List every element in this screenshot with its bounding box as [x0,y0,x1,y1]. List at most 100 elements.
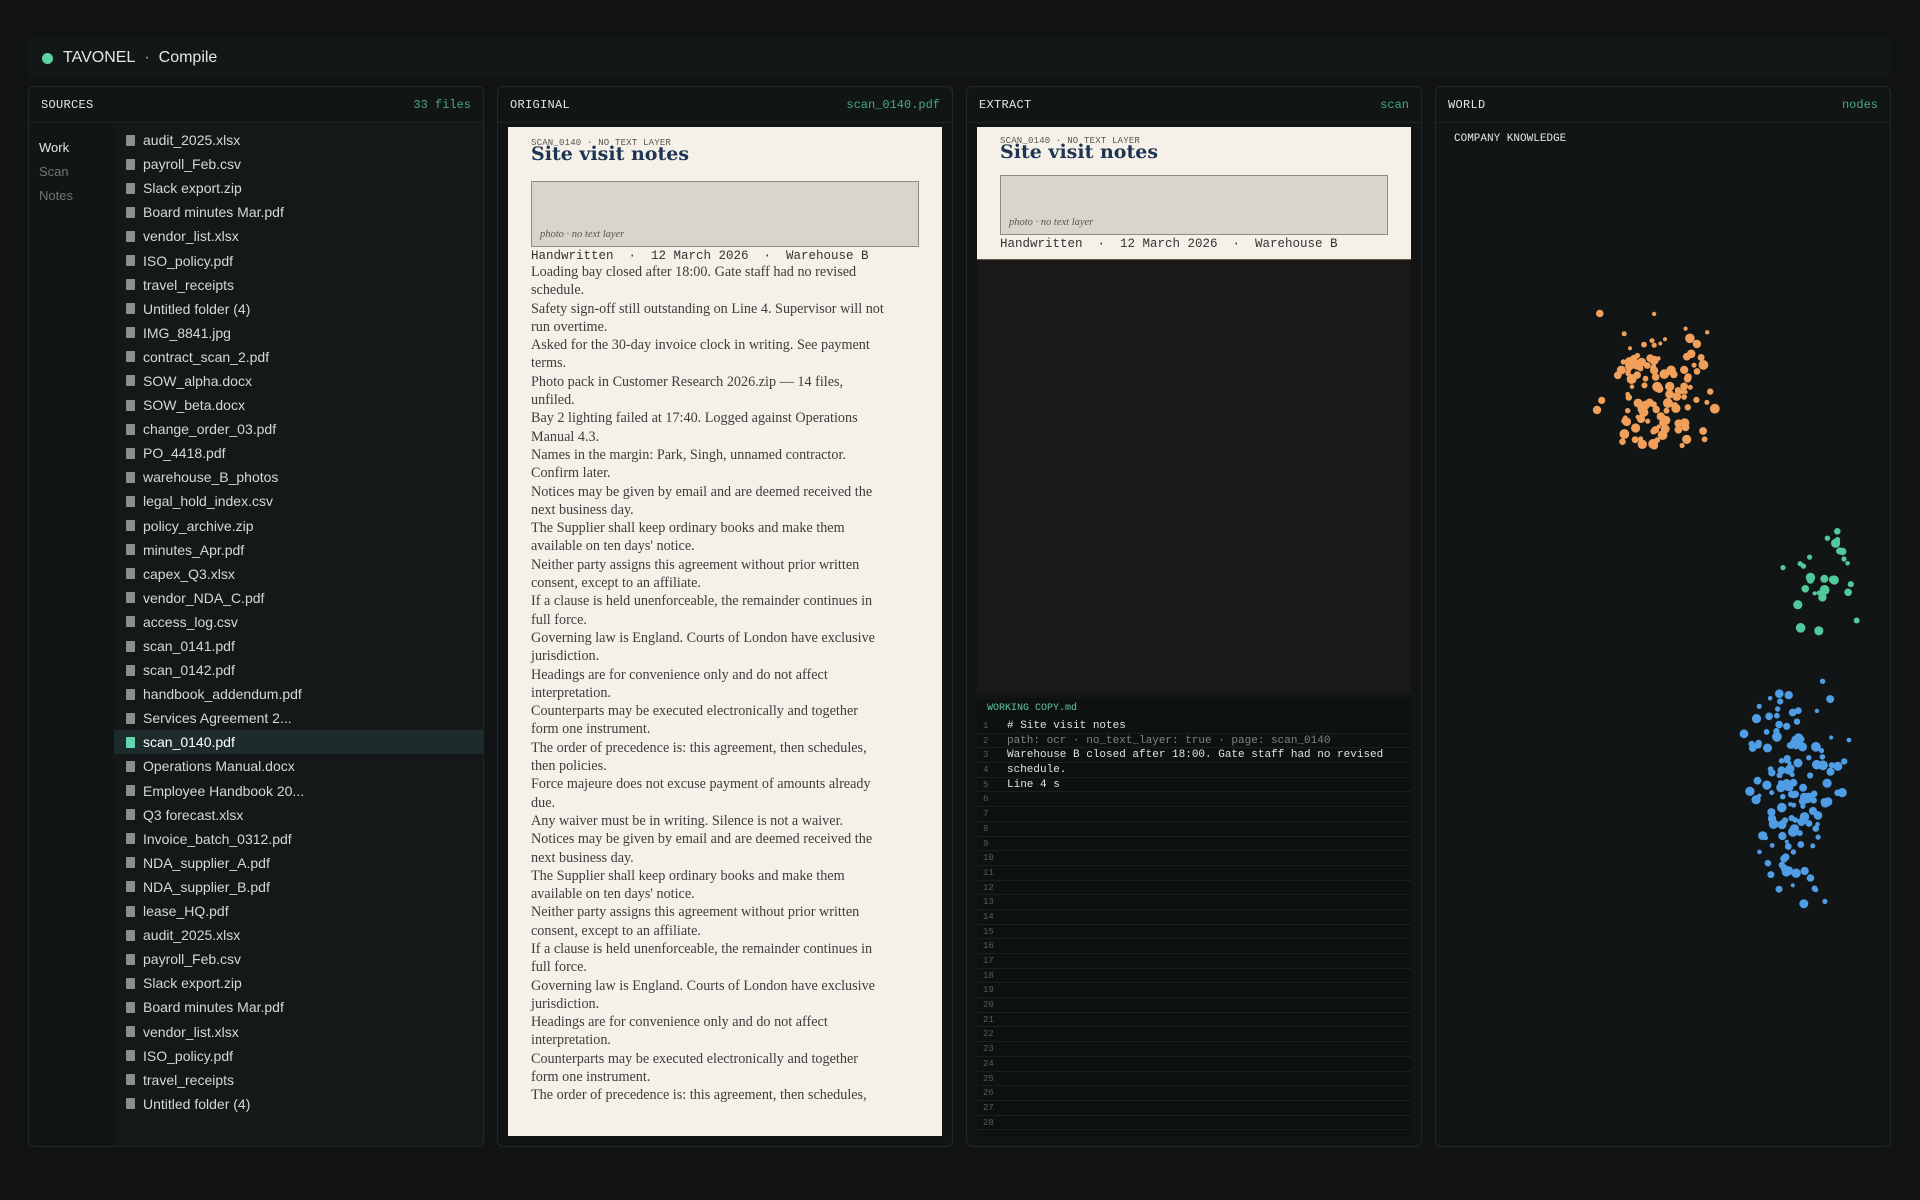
graph-node[interactable] [1810,790,1818,798]
graph-node[interactable] [1801,795,1806,800]
graph-node[interactable] [1686,349,1696,359]
graph-node[interactable] [1806,755,1812,761]
graph-node[interactable] [1816,590,1822,596]
file-item[interactable]: warehouse_B_photos [114,465,483,489]
graph-node[interactable] [1793,758,1803,768]
file-item[interactable]: access_log.csv [114,610,483,634]
graph-node[interactable] [1786,784,1794,792]
graph-node[interactable] [1598,396,1606,404]
graph-node[interactable] [1783,722,1791,730]
graph-node[interactable] [1800,563,1807,569]
graph-node[interactable] [1691,362,1697,368]
graph-node[interactable] [1682,434,1692,444]
graph-node[interactable] [1775,706,1781,712]
graph-node[interactable] [1799,783,1808,792]
graph-node[interactable] [1631,436,1639,444]
file-item[interactable]: Services Agreement 2... [114,706,483,730]
graph-node[interactable] [1631,423,1641,433]
nav-work[interactable]: Work [39,136,114,160]
graph-node[interactable] [1637,439,1647,449]
graph-node[interactable] [1641,382,1648,389]
graph-node[interactable] [1834,789,1841,797]
graph-node[interactable] [1672,392,1682,401]
graph-node[interactable] [1841,758,1848,765]
graph-node[interactable] [1791,802,1797,808]
graph-node[interactable] [1674,387,1682,394]
graph-node[interactable] [1822,898,1828,905]
graph-node[interactable] [1616,365,1626,375]
file-item[interactable]: NDA_supplier_A.pdf [114,851,483,875]
graph-node[interactable] [1637,405,1646,414]
graph-node[interactable] [1636,414,1646,424]
file-item[interactable]: lease_HQ.pdf [114,899,483,923]
graph-node[interactable] [1652,381,1663,392]
graph-node[interactable] [1751,714,1762,724]
file-item[interactable]: Slack export.zip [114,176,483,200]
file-item[interactable]: Board minutes Mar.pdf [114,200,483,224]
graph-node[interactable] [1705,330,1710,335]
graph-node[interactable] [1790,883,1795,888]
graph-node[interactable] [1756,703,1762,709]
file-item[interactable]: Slack export.zip [114,971,483,995]
file-item[interactable]: Q3 forecast.xlsx [114,803,483,827]
graph-node[interactable] [1833,761,1843,771]
file-item[interactable]: vendor_list.xlsx [114,224,483,248]
graph-node[interactable] [1774,712,1780,719]
graph-node[interactable] [1698,360,1709,370]
graph-node[interactable] [1637,357,1647,367]
graph-node[interactable] [1812,759,1822,770]
graph-node[interactable] [1670,370,1678,379]
graph-node[interactable] [1638,436,1644,442]
file-item[interactable]: Untitled folder (4) [114,1092,483,1116]
graph-node[interactable] [1791,824,1799,832]
graph-node[interactable] [1778,831,1787,841]
file-item[interactable]: scan_0141.pdf [114,634,483,658]
graph-node[interactable] [1815,821,1820,827]
graph-node[interactable] [1619,429,1630,439]
graph-node[interactable] [1625,408,1631,414]
file-item[interactable]: policy_archive.zip [114,514,483,538]
graph-node[interactable] [1641,341,1647,348]
graph-node[interactable] [1811,741,1821,752]
graph-node[interactable] [1814,708,1820,714]
graph-node[interactable] [1819,754,1826,760]
graph-node[interactable] [1805,820,1813,827]
graph-node[interactable] [1663,407,1670,414]
graph-node[interactable] [1792,817,1799,823]
graph-node[interactable] [1784,691,1793,700]
graph-node[interactable] [1775,689,1784,698]
graph-node[interactable] [1592,405,1602,415]
graph-node[interactable] [1645,398,1654,407]
graph-node[interactable] [1642,375,1649,382]
graph-node[interactable] [1815,834,1821,840]
nav-scan[interactable]: Scan [39,160,114,184]
graph-node[interactable] [1775,885,1783,893]
graph-node[interactable] [1777,820,1787,830]
graph-node[interactable] [1799,899,1809,909]
graph-node[interactable] [1753,776,1762,785]
graph-node[interactable] [1836,547,1844,555]
graph-node[interactable] [1794,707,1802,715]
graph-node[interactable] [1652,405,1660,414]
graph-node[interactable] [1793,718,1801,725]
file-item[interactable]: NDA_supplier_B.pdf [114,875,483,899]
graph-node[interactable] [1684,373,1692,381]
graph-node[interactable] [1763,729,1770,735]
file-item[interactable]: SOW_alpha.docx [114,369,483,393]
graph-node[interactable] [1697,354,1705,361]
graph-node[interactable] [1777,780,1784,786]
file-item[interactable]: change_order_03.pdf [114,417,483,441]
graph-node[interactable] [1685,333,1695,344]
graph-node[interactable] [1650,428,1657,435]
graph-node[interactable] [1674,425,1683,434]
graph-node[interactable] [1768,769,1776,777]
graph-node[interactable] [1659,369,1670,379]
graph-node[interactable] [1645,418,1651,424]
graph-node[interactable] [1764,859,1772,867]
file-item[interactable]: vendor_list.xlsx [114,1019,483,1043]
graph-node[interactable] [1834,528,1841,535]
file-item[interactable]: handbook_addendum.pdf [114,682,483,706]
graph-node[interactable] [1651,311,1657,317]
file-item[interactable]: SOW_beta.docx [114,393,483,417]
file-item[interactable]: capex_Q3.xlsx [114,562,483,586]
